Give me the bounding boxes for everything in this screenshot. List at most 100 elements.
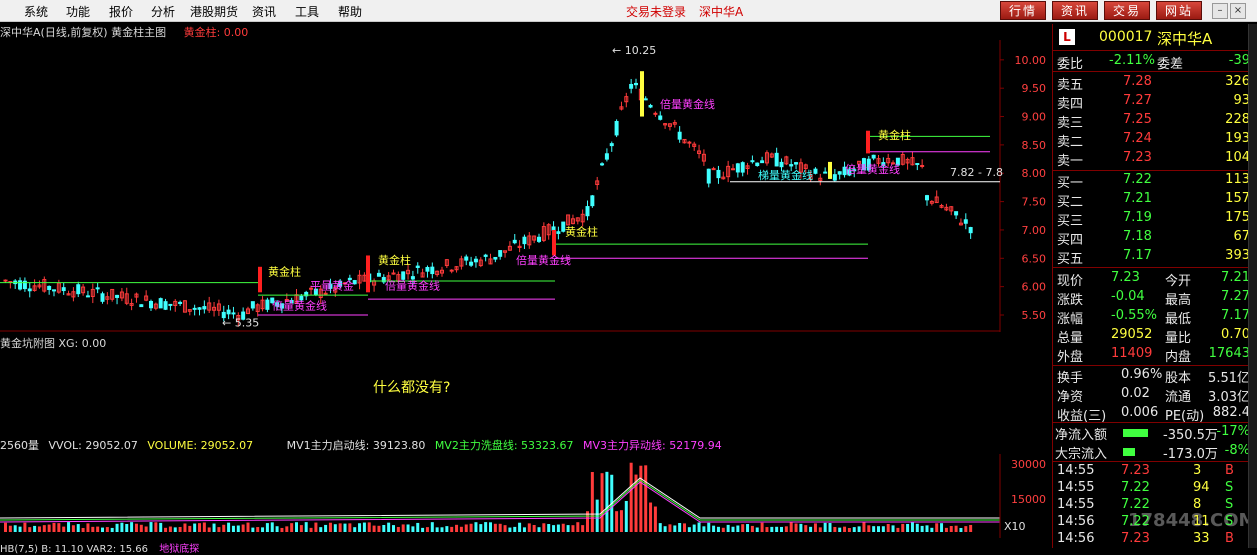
trade-status[interactable]: 交易未登录 [626,3,686,20]
volume-bar [173,527,177,532]
flow-row: 大宗流入 -173.0万 -8% [1053,442,1257,462]
volume-bar [411,526,415,532]
bid-price: 7.19 [1123,210,1152,225]
volume-bar [818,527,822,532]
price-tick-label: 5.50 [1022,309,1047,322]
candle-body [716,169,721,179]
golden-pillar [866,130,870,154]
fundamental-value: 0.006 [1121,405,1159,420]
fundamental-value: 0.96% [1121,367,1163,382]
mv2-value: MV2主力洗盘线: 53323.67 [434,439,574,452]
menu-system[interactable]: 系统 [24,3,48,20]
minimize-icon[interactable]: – [1212,3,1228,19]
volume-bar [794,523,798,532]
candle-body [265,299,270,310]
candle-body [493,256,498,260]
candle-body [590,195,595,207]
fundamental-row: 收益(三) 0.006 PE(动) 882.4 [1053,404,1257,424]
volume-bar [91,526,95,532]
flow-label: 净流入额 [1055,428,1108,443]
candle-body [163,301,168,310]
flow-bar [1123,429,1149,437]
bid-row: 买五 7.17 393 [1053,247,1257,267]
fundamental-label: 净资 [1057,390,1084,405]
candle-body [643,98,648,101]
volume-bar [857,526,861,532]
volume-bar [338,523,342,532]
volume-bar [503,525,507,532]
candle-body [85,295,90,298]
candle-body [226,309,231,315]
scrollbar[interactable] [1248,24,1257,548]
volume-bar [193,523,197,532]
tick-side: S [1225,514,1234,529]
volume-bar [571,525,575,532]
volume-bar [430,522,434,532]
candle-body [100,293,105,302]
menu-quote[interactable]: 报价 [109,3,133,20]
weicha-value: -39 [1228,53,1250,68]
volume-bar [348,523,352,532]
candle-body [731,168,735,171]
nav-button-quotes[interactable]: 行情 [1000,1,1046,20]
candles [3,78,973,327]
ask-label: 卖四 [1057,97,1084,112]
menu-function[interactable]: 功能 [66,3,90,20]
close-icon[interactable]: × [1230,3,1246,19]
candlestick-chart[interactable]: 黄金柱倍量黄金线黄金柱倍量黄金线黄金柱倍量黄金线倍量黄金线梯量黄金线黄金柱倍量黄… [0,40,1052,332]
volume-chart[interactable]: 30000 15000 X10 [0,454,1052,538]
volume-bar [852,527,856,532]
volume-value: VOLUME: 29052.07 [147,439,254,452]
volume-bar [241,524,245,532]
menu-hk-futures[interactable]: 港股期货 [190,3,238,20]
sub-chart-title: 黄金坑附图 XG: 0.00 [0,337,107,350]
stat-row: 涨幅 -0.55% 最低 7.17 [1053,307,1257,327]
price-tick-label: 8.00 [1022,167,1047,180]
menu-help[interactable]: 帮助 [338,3,362,20]
tick-volume: 94 [1193,480,1210,495]
fundamental-row: 净资 0.02 流通 3.03亿 [1053,385,1257,405]
candle-body [687,141,692,144]
volume-bar [901,523,905,532]
menu-news[interactable]: 资讯 [252,3,276,20]
volume-bar [445,526,449,532]
volume-bar [455,524,459,532]
volume-bar [780,526,783,532]
tick-time: 14:55 [1057,480,1095,495]
nav-button-trade[interactable]: 交易 [1104,1,1150,20]
candle-body [76,284,81,295]
nav-button-news[interactable]: 资讯 [1052,1,1098,20]
price-tick-label: 9.00 [1022,111,1047,124]
bid-price: 7.17 [1123,248,1152,263]
volume-bar [28,527,32,532]
candle-body [585,206,590,217]
candle-body [3,279,8,282]
volume-bar [469,523,473,532]
volume-bar [474,522,478,532]
volume-bar [707,522,711,532]
ask-volume: 193 [1225,131,1250,146]
fundamental-label: 股本 [1165,371,1192,386]
tick-price: 7.22 [1121,514,1150,529]
menu-tools[interactable]: 工具 [295,3,319,20]
volume-bar [275,526,279,532]
chart-title: 深中华A(日线,前复权) 黄金柱主图 [0,26,167,39]
volume-bar [484,522,488,532]
volume-bar [809,526,813,532]
price-axis: 10.00 9.50 9.00 8.50 8.00 7.50 7.00 6.50 6.00 5.5… [1015,54,1047,322]
volume-bar [940,523,944,532]
candle-body [231,312,236,315]
stat-label: 最高 [1165,293,1192,308]
volume-bar [299,525,303,532]
menu-analysis[interactable]: 分析 [151,3,175,20]
candle-body [498,250,503,257]
weibi-label: 委比 [1057,57,1084,72]
volume-bar [872,526,876,532]
stat-row: 现价 7.23 今开 7.21 [1053,269,1257,289]
nav-button-website[interactable]: 网站 [1156,1,1202,20]
volume-bar [542,523,546,532]
bid-volume: 157 [1225,191,1250,206]
candle-body [430,266,435,275]
volume-bar [212,523,216,532]
volume-bar [750,525,754,532]
